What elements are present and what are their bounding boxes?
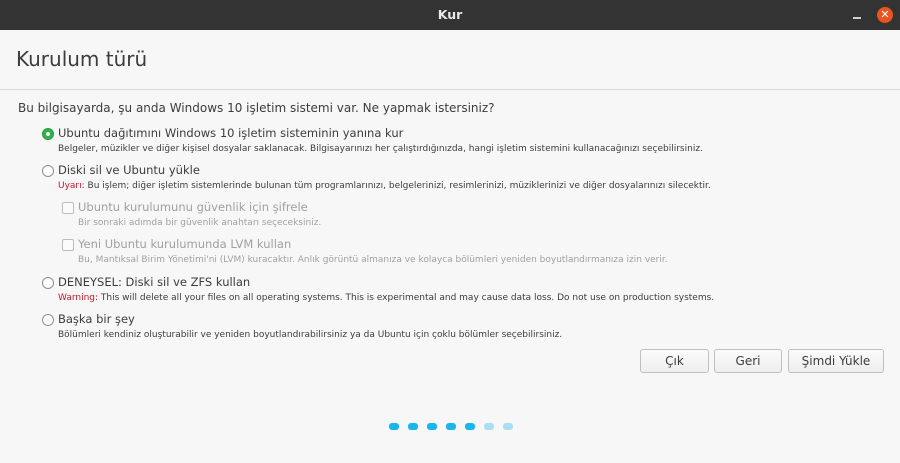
suboption-description: Bir sonraki adımda bir güvenlik anahtarı… bbox=[78, 218, 322, 228]
radio-erase-disk[interactable] bbox=[42, 165, 54, 177]
radio-zfs[interactable] bbox=[42, 277, 54, 289]
progress-dot bbox=[408, 423, 418, 430]
window-title: Kur bbox=[437, 7, 463, 22]
suboption-label: Yeni Ubuntu kurulumunda LVM kullan bbox=[78, 237, 292, 251]
title-bar: Kur ✕ bbox=[0, 0, 900, 30]
option-label[interactable]: Diski sil ve Ubuntu yükle bbox=[58, 163, 200, 177]
option-label[interactable]: Ubuntu dağıtımını Windows 10 işletim sis… bbox=[58, 126, 403, 140]
progress-dot bbox=[389, 423, 399, 430]
progress-dot bbox=[484, 423, 494, 430]
install-now-button[interactable]: Şimdi Yükle bbox=[788, 349, 884, 373]
back-button[interactable]: Geri bbox=[714, 349, 782, 373]
option-description: Bölümleri kendiniz oluşturabilir ve yeni… bbox=[58, 330, 563, 340]
progress-dot bbox=[465, 423, 475, 430]
option-label[interactable]: DENEYSEL: Diski sil ve ZFS kullan bbox=[58, 275, 250, 289]
warning-text: Bu işlem; diğer işletim sistemlerinde bu… bbox=[84, 181, 711, 191]
warning-prefix: Uyarı: bbox=[58, 181, 85, 191]
close-icon[interactable]: ✕ bbox=[877, 7, 893, 23]
page-title: Kurulum türü bbox=[16, 47, 148, 71]
option-label[interactable]: Başka bir şey bbox=[58, 312, 135, 326]
warning-text: This will delete all your files on all o… bbox=[98, 293, 715, 303]
radio-install-alongside[interactable] bbox=[42, 128, 54, 140]
quit-button[interactable]: Çık bbox=[640, 349, 709, 373]
option-description: Warning: This will delete all your files… bbox=[58, 293, 714, 303]
suboption-label: Ubuntu kurulumunu güvenlik için şifrele bbox=[78, 200, 308, 214]
radio-something-else[interactable] bbox=[42, 314, 54, 326]
progress-dot bbox=[427, 423, 437, 430]
page-header: Kurulum türü bbox=[0, 30, 900, 90]
option-description: Belgeler, müzikler ve diğer kişisel dosy… bbox=[58, 144, 703, 154]
warning-prefix: Warning: bbox=[58, 293, 99, 303]
option-description: Uyarı: Bu işlem; diğer işletim sistemler… bbox=[58, 181, 711, 191]
checkbox-lvm bbox=[62, 239, 74, 251]
suboption-description: Bu, Mantıksal Birim Yönetimi'ni (LVM) ku… bbox=[78, 255, 668, 265]
checkbox-encrypt bbox=[62, 202, 74, 214]
progress-dot bbox=[446, 423, 456, 430]
progress-dot bbox=[503, 423, 513, 430]
install-question: Bu bilgisayarda, şu anda Windows 10 işle… bbox=[18, 101, 495, 115]
minimize-icon[interactable] bbox=[850, 7, 864, 23]
